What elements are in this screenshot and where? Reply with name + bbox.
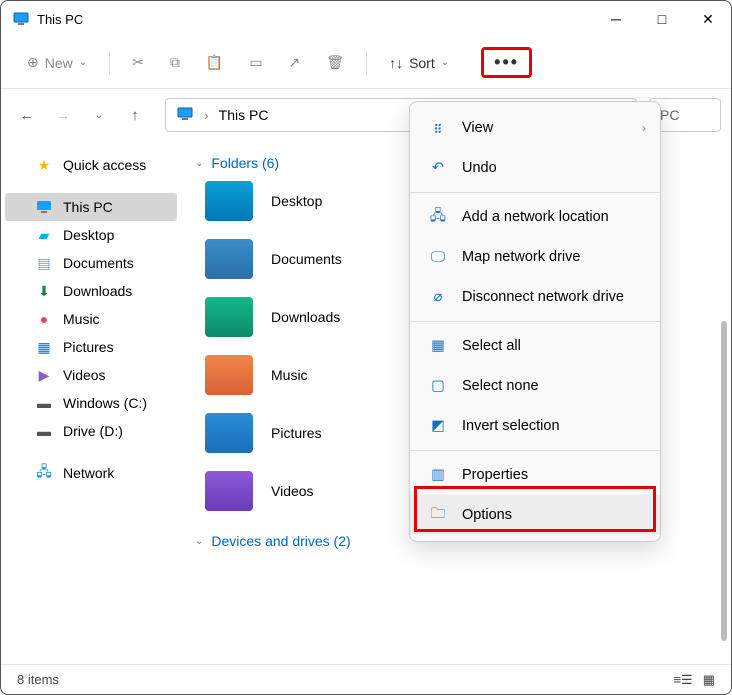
menu-view[interactable]: ᎒᎒ View › [410,108,660,148]
toolbar: ⊕ New ⌄ ✂ ⧉ 📋 ▭ ↗ 🗑 ↑↓ Sort ⌄ ••• [1,37,731,89]
menu-separator [410,192,660,193]
music-icon: ● [35,310,53,328]
sidebar-item-drive-c[interactable]: ▬Windows (C:) [5,389,177,417]
select-none-icon: ▢ [428,376,448,396]
divider [109,51,110,75]
properties-icon: ▥ [428,465,448,485]
status-item-count: 8 items [17,672,59,687]
chevron-down-icon: ⌄ [195,158,203,169]
sidebar-item-downloads[interactable]: ⬇Downloads [5,277,177,305]
rename-icon: ▭ [249,54,262,71]
sidebar-item-drive-d[interactable]: ▬Drive (D:) [5,417,177,445]
videos-icon: ▶ [35,366,53,384]
maximize-button[interactable]: □ [639,1,685,37]
menu-add-network-location[interactable]: 🖧 Add a network location [410,197,660,237]
this-pc-icon [176,107,194,124]
select-all-icon: ▦ [428,336,448,356]
pictures-icon: ▦ [35,338,53,356]
network-icon: 🖧 [35,464,53,482]
menu-invert-selection[interactable]: ◩ Invert selection [410,406,660,446]
chevron-right-icon: › [642,121,646,135]
menu-options[interactable]: 🗀 Options [410,495,660,535]
minimize-button[interactable]: ─ [593,1,639,37]
drive-icon: ▬ [35,394,53,412]
invert-icon: ◩ [428,416,448,436]
chevron-down-icon: ⌄ [441,57,449,68]
sidebar-item-pictures[interactable]: ▦Pictures [5,333,177,361]
undo-icon: ↶ [428,158,448,178]
icons-view-button[interactable]: ▦ [703,672,715,688]
cut-button[interactable]: ✂ [122,48,154,77]
delete-button[interactable]: 🗑 [316,48,354,77]
disconnect-drive-icon: ⌀ [428,287,448,307]
plus-icon: ⊕ [27,54,39,71]
menu-select-all[interactable]: ▦ Select all [410,326,660,366]
desktop-icon: ▰ [35,226,53,244]
paste-button[interactable]: 📋 [196,48,233,77]
sort-button[interactable]: ↑↓ Sort ⌄ [379,49,459,77]
download-icon: ⬇ [35,282,53,300]
this-pc-icon [13,11,29,27]
monitor-icon [35,198,53,216]
clipboard-icon: 📋 [206,54,223,71]
address-sep: › [204,107,209,123]
options-icon: 🗀 [428,505,448,525]
copy-button[interactable]: ⧉ [160,48,190,77]
new-button[interactable]: ⊕ New ⌄ [17,48,97,77]
chevron-down-icon: ⌄ [79,57,87,68]
details-view-button[interactable]: ≡☰ [673,672,692,688]
window-title: This PC [37,12,593,27]
more-button[interactable]: ••• [481,47,532,78]
sidebar: ★ Quick access This PC ▰Desktop ▤Documen… [1,141,181,664]
sidebar-item-documents[interactable]: ▤Documents [5,249,177,277]
menu-separator [410,450,660,451]
address-location: This PC [219,107,269,123]
chevron-down-icon: ⌄ [195,536,203,547]
star-icon: ★ [35,156,53,174]
view-icon: ᎒᎒ [428,118,448,138]
more-context-menu: ᎒᎒ View › ↶ Undo 🖧 Add a network locatio… [409,101,661,542]
sort-icon: ↑↓ [389,55,403,71]
sidebar-item-videos[interactable]: ▶Videos [5,361,177,389]
share-button[interactable]: ↗ [279,48,311,77]
sidebar-item-desktop[interactable]: ▰Desktop [5,221,177,249]
rename-button[interactable]: ▭ [239,48,272,77]
back-button[interactable]: ← [11,99,43,131]
close-button[interactable]: ✕ [685,1,731,37]
scrollbar-thumb[interactable] [721,321,727,641]
sidebar-this-pc[interactable]: This PC [5,193,177,221]
sidebar-item-music[interactable]: ●Music [5,305,177,333]
menu-disconnect-network-drive[interactable]: ⌀ Disconnect network drive [410,277,660,317]
search-placeholder: PC [660,107,679,123]
menu-separator [410,321,660,322]
map-drive-icon: 🖵 [428,247,448,267]
share-icon: ↗ [289,54,301,71]
copy-icon: ⧉ [170,54,180,71]
divider [366,51,367,75]
statusbar: 8 items ≡☰ ▦ [1,664,731,694]
forward-button[interactable]: → [47,99,79,131]
recent-button[interactable]: ⌄ [83,99,115,131]
add-network-icon: 🖧 [428,207,448,227]
sidebar-network[interactable]: 🖧 Network [5,459,177,487]
sidebar-quick-access[interactable]: ★ Quick access [5,151,177,179]
menu-map-network-drive[interactable]: 🖵 Map network drive [410,237,660,277]
titlebar: This PC ─ □ ✕ [1,1,731,37]
menu-properties[interactable]: ▥ Properties [410,455,660,495]
menu-select-none[interactable]: ▢ Select none [410,366,660,406]
ellipsis-icon: ••• [494,52,519,73]
document-icon: ▤ [35,254,53,272]
up-button[interactable]: ↑ [119,99,151,131]
trash-icon: 🗑 [326,54,344,71]
menu-undo[interactable]: ↶ Undo [410,148,660,188]
drive-icon: ▬ [35,422,53,440]
scissors-icon: ✂ [132,54,144,71]
